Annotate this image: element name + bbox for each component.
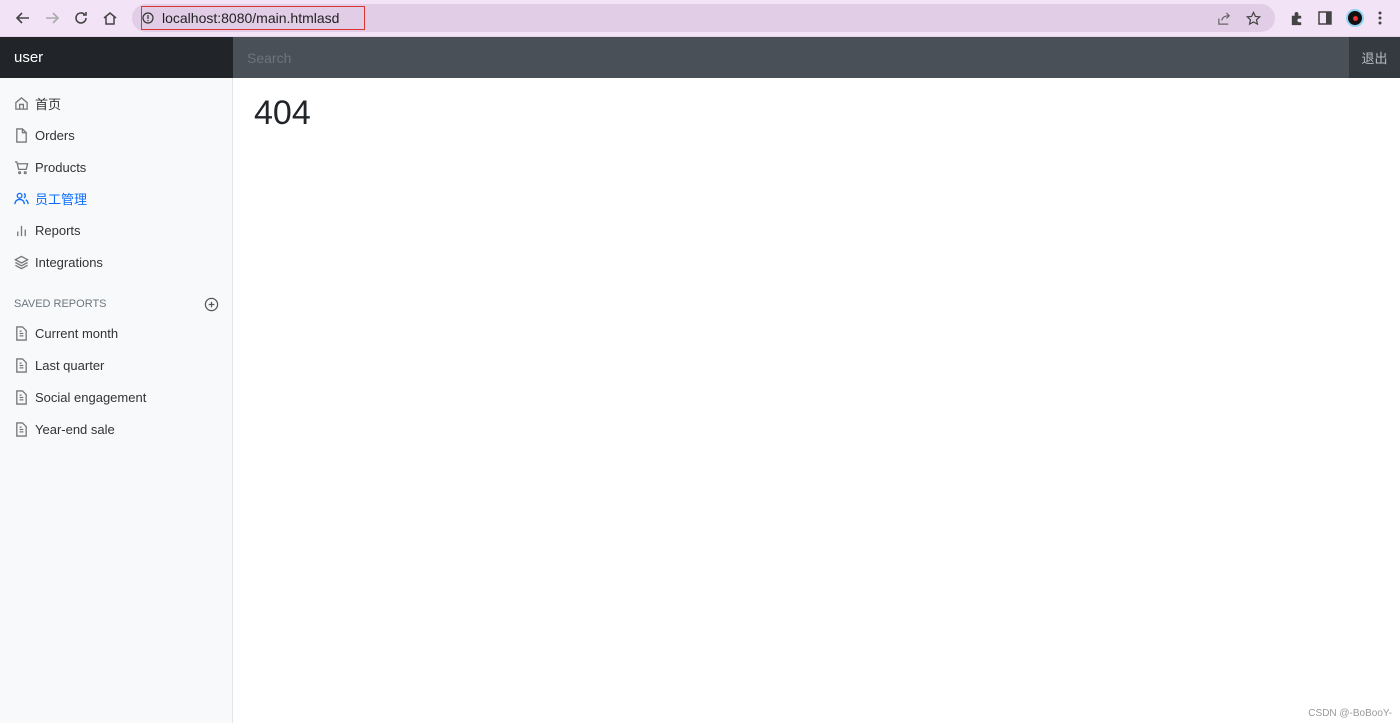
side-panel-icon[interactable]: [1318, 11, 1332, 25]
sidebar-item-orders[interactable]: Orders: [0, 120, 232, 152]
saved-report-label: Last quarter: [35, 358, 105, 374]
watermark: CSDN @-BoBooY-: [1308, 708, 1392, 719]
sidebar-item-label: Products: [35, 159, 87, 175]
layers-icon: [14, 255, 29, 270]
profile-avatar[interactable]: [1346, 9, 1364, 27]
saved-reports-title: SAVED REPORTS: [14, 298, 107, 311]
home-icon: [15, 97, 28, 111]
file-icon: [16, 128, 27, 143]
saved-report-social-engagement[interactable]: Social engagement: [0, 382, 232, 414]
more-menu-icon[interactable]: [1378, 11, 1382, 25]
brand[interactable]: user: [0, 37, 233, 78]
saved-report-current-month[interactable]: Current month: [0, 318, 232, 350]
users-icon: [14, 193, 29, 205]
search-container: [233, 37, 1349, 78]
home-button[interactable]: [95, 4, 124, 33]
browser-toolbar: localhost:8080/main.htmlasd: [0, 0, 1400, 37]
shopping-cart-icon: [14, 160, 29, 174]
reload-icon: [74, 12, 87, 24]
sidebar-item-label: Reports: [35, 223, 81, 239]
sidebar-item-label: 员工管理: [35, 192, 88, 208]
saved-report-label: Social engagement: [35, 389, 147, 405]
star-icon[interactable]: [1246, 10, 1261, 26]
sidebar: 首页 Orders Products 员工管理 Reports Integrat…: [0, 78, 233, 723]
sidebar-item-label: Orders: [35, 128, 75, 144]
saved-report-label: Current month: [35, 326, 119, 342]
share-icon[interactable]: [1217, 11, 1232, 26]
file-text-icon: [16, 390, 27, 405]
plus-circle-icon[interactable]: [204, 297, 219, 312]
saved-report-year-end-sale[interactable]: Year-end sale: [0, 413, 232, 445]
sidebar-item-label: 首页: [35, 97, 62, 113]
sidebar-item-employees[interactable]: 员工管理: [0, 183, 232, 215]
main-content: 404: [254, 94, 311, 133]
search-input[interactable]: [247, 49, 1349, 66]
saved-report-label: Year-end sale: [35, 421, 115, 437]
sidebar-item-home[interactable]: 首页: [0, 88, 232, 120]
bar-chart-icon: [17, 225, 26, 237]
saved-report-last-quarter[interactable]: Last quarter: [0, 350, 232, 382]
top-navbar: user 退出: [0, 37, 1400, 78]
back-button[interactable]: [8, 4, 37, 33]
saved-reports-heading: SAVED REPORTS: [0, 290, 232, 318]
page-title: 404: [254, 94, 311, 132]
sidebar-item-reports[interactable]: Reports: [0, 215, 232, 247]
url-highlight-box: [141, 6, 365, 30]
signout-button[interactable]: 退出: [1349, 37, 1400, 78]
file-text-icon: [16, 326, 27, 342]
extensions-icon[interactable]: [1289, 11, 1304, 26]
arrow-left-icon: [15, 12, 29, 24]
file-text-icon: [16, 421, 27, 437]
reload-button[interactable]: [66, 4, 95, 33]
sidebar-item-label: Integrations: [35, 254, 103, 270]
sidebar-item-integrations[interactable]: Integrations: [0, 246, 232, 278]
home-icon: [103, 12, 116, 25]
file-text-icon: [16, 358, 27, 373]
sidebar-item-products[interactable]: Products: [0, 151, 232, 183]
arrow-right-icon: [45, 12, 59, 24]
forward-button[interactable]: [37, 4, 66, 33]
address-bar[interactable]: localhost:8080/main.htmlasd: [132, 4, 1275, 32]
